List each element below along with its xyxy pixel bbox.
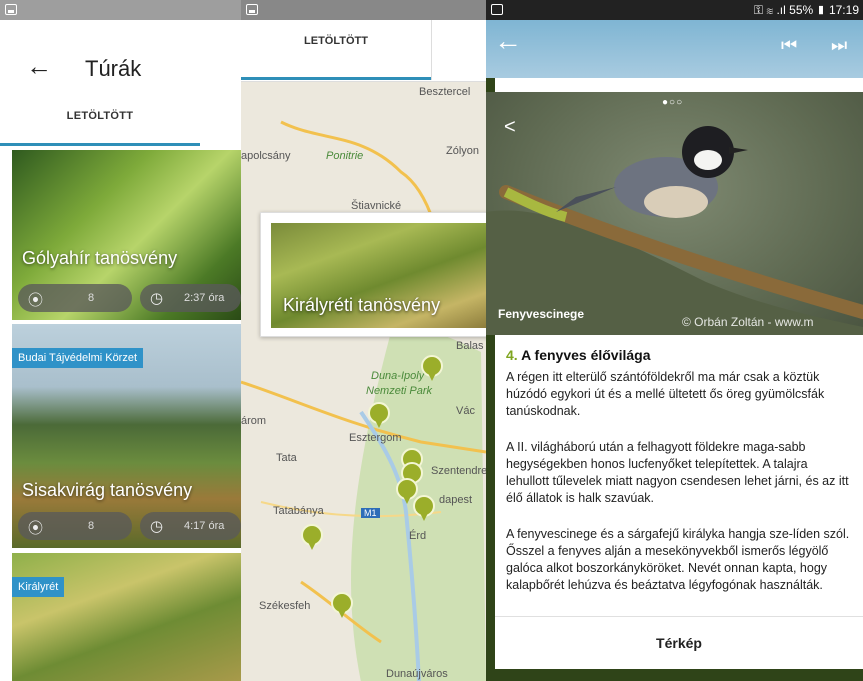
highway-shield: M1	[361, 508, 380, 518]
location-pin-icon: ⦿	[28, 520, 44, 537]
share-icon[interactable]: <	[504, 116, 516, 139]
clock-icon: ◷	[150, 290, 164, 307]
tour-map-pin[interactable]	[368, 402, 390, 428]
header-divider	[495, 78, 863, 92]
area-badge: Budai Tájvédelmi Körzet	[12, 348, 144, 368]
map-button[interactable]: Térkép	[495, 635, 863, 651]
map-label: Érd	[409, 530, 427, 542]
previous-stop-icon[interactable]: ⏮	[781, 35, 797, 56]
stops-count: 8	[88, 520, 95, 532]
map-label: Esztergom	[349, 432, 402, 444]
section-number: 4.	[506, 347, 518, 363]
map-label: Nemzeti Park	[366, 385, 433, 397]
page-title: Túrák	[85, 56, 142, 81]
map-label: árom	[241, 415, 267, 427]
back-arrow-icon[interactable]: ←	[494, 27, 522, 55]
map-label: Szentendre	[431, 465, 486, 477]
tour-image	[12, 553, 241, 681]
clock-icon: ◷	[150, 518, 164, 535]
tour-name: Gólyahír tanösvény	[22, 248, 178, 268]
tour-name: Sisakvirág tanösvény	[22, 480, 193, 500]
map-label: apolcsány	[241, 150, 291, 162]
tab-indicator	[0, 143, 200, 146]
tab-downloaded[interactable]: LETÖLTÖTT	[241, 35, 431, 47]
back-arrow-icon[interactable]: ←	[26, 53, 52, 79]
divider	[495, 616, 863, 617]
map-label: Štiavnické	[351, 200, 402, 212]
status-bar	[0, 0, 241, 20]
stops-count: 8	[88, 292, 95, 304]
stops-pill: ⦿ 8	[18, 512, 132, 540]
tab-downloaded[interactable]: LETÖLTÖTT	[0, 110, 200, 122]
status-bar: ⚿ ≋ .ıl 55% ▮ 17:19	[486, 0, 863, 20]
popup-title: Királyréti tanösvény	[283, 295, 441, 315]
tours-list-screen: ← Túrák LETÖLTÖTT Gólyahír tanösvény ⦿ 8…	[0, 0, 241, 681]
description-paragraph: A II. világháború után a felhagyott föld…	[506, 440, 849, 505]
tour-map-pin[interactable]	[396, 478, 418, 504]
map-label: Zólyon	[446, 145, 480, 157]
tour-map-pin[interactable]	[301, 524, 323, 550]
map-canvas[interactable]	[241, 82, 486, 681]
status-bar	[241, 0, 486, 20]
tab-divider	[431, 20, 432, 80]
map-label: Tata	[276, 452, 297, 464]
description-paragraph: A régen itt elterülő szántóföldekről ma …	[506, 370, 825, 418]
map-screen: LETÖLTÖTT Besztercel apolcsány Ponitrie …	[241, 0, 486, 681]
map-label: Székesfeh	[259, 600, 311, 612]
map-label: Besztercel	[419, 86, 471, 98]
tour-popup-card[interactable]: Királyréti tanösvény	[260, 212, 486, 337]
map-label: dapest	[439, 494, 473, 506]
tour-card-kiralyret[interactable]: Királyrét	[12, 553, 241, 681]
duration-pill: ◷ 2:37 óra	[140, 284, 241, 312]
location-pin-icon: ⦿	[28, 292, 44, 309]
top-app-bar	[486, 20, 863, 78]
area-badge: Királyrét	[12, 577, 65, 597]
map-label: Vác	[456, 405, 475, 417]
bird-tail	[556, 187, 616, 212]
duration-value: 2:37 óra	[184, 292, 225, 304]
tour-map-pin[interactable]	[413, 495, 435, 521]
map-label: Dunaújváros	[386, 668, 448, 680]
tab-indicator	[241, 77, 431, 80]
image-icon	[246, 4, 258, 15]
map-label: Duna-Ipoly	[371, 370, 425, 382]
bird-beak	[729, 147, 748, 154]
stop-detail-screen: ⚿ ≋ .ıl 55% ▮ 17:19 ← ⏮ ⏭ ●○○ < Fenyvesc…	[486, 0, 863, 681]
stops-pill: ⦿ 8	[18, 284, 132, 312]
duration-value: 4:17 óra	[184, 520, 225, 532]
carousel-dots: ●○○	[662, 97, 684, 108]
tour-map-pin[interactable]	[421, 355, 443, 381]
photo-caption: Fenyvescinege	[498, 307, 585, 321]
bird-belly	[644, 186, 708, 218]
map-label: Tatabánya	[273, 505, 324, 517]
tour-card-sisakvirag[interactable]: Budai Tájvédelmi Körzet Sisakvirág tanös…	[12, 324, 241, 548]
image-icon	[5, 4, 17, 15]
photo-credit: © Orbán Zoltán - www.m	[682, 315, 814, 329]
next-stop-icon[interactable]: ⏭	[831, 35, 847, 56]
status-text: ⚿ ≋ .ıl 55% ▮ 17:19	[753, 3, 859, 17]
tab-bar	[241, 20, 486, 82]
tour-map-pin[interactable]	[331, 592, 353, 618]
duration-pill: ◷ 4:17 óra	[140, 512, 241, 540]
map-label: Balas	[456, 340, 484, 352]
stop-photo[interactable]	[486, 92, 863, 335]
stop-description-card: 4. A fenyves élővilága A régen itt elter…	[495, 335, 863, 669]
bird-cheek	[694, 150, 722, 170]
section-heading: 4. A fenyves élővilága	[506, 347, 651, 363]
section-title: A fenyves élővilága	[521, 347, 651, 363]
image-icon	[491, 4, 503, 15]
bird-illustration	[486, 126, 863, 335]
tour-card-golyahir[interactable]: Gólyahír tanösvény ⦿ 8 ◷ 2:37 óra	[12, 150, 241, 320]
map-label: Ponitrie	[326, 150, 364, 162]
description-paragraph: A fenyvescinege és a sárgafejű királyka …	[506, 527, 850, 592]
